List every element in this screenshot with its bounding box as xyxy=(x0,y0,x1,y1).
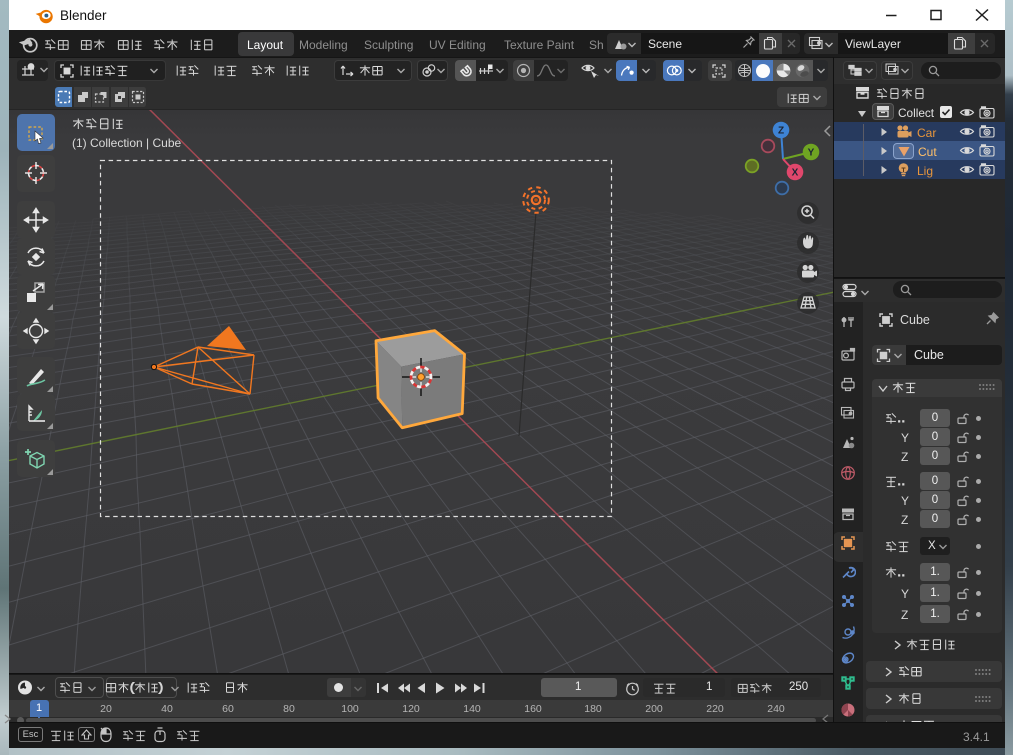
svg-text:.: . xyxy=(902,473,905,487)
svg-text:20: 20 xyxy=(100,703,112,715)
svg-text:.: . xyxy=(902,564,905,578)
svg-text:.: . xyxy=(902,410,905,424)
svg-text:180: 180 xyxy=(584,703,602,715)
svg-text:140: 140 xyxy=(463,703,481,715)
svg-text:100: 100 xyxy=(341,703,359,715)
svg-text:120: 120 xyxy=(402,703,420,715)
svg-text:240: 240 xyxy=(767,703,785,715)
svg-text:.: . xyxy=(898,473,901,487)
svg-text:40: 40 xyxy=(161,703,173,715)
svg-text:200: 200 xyxy=(645,703,663,715)
svg-text:160: 160 xyxy=(524,703,542,715)
svg-text:.: . xyxy=(898,410,901,424)
svg-text:220: 220 xyxy=(706,703,724,715)
svg-text:60: 60 xyxy=(222,703,234,715)
svg-text:80: 80 xyxy=(283,703,295,715)
svg-text:.: . xyxy=(898,564,901,578)
